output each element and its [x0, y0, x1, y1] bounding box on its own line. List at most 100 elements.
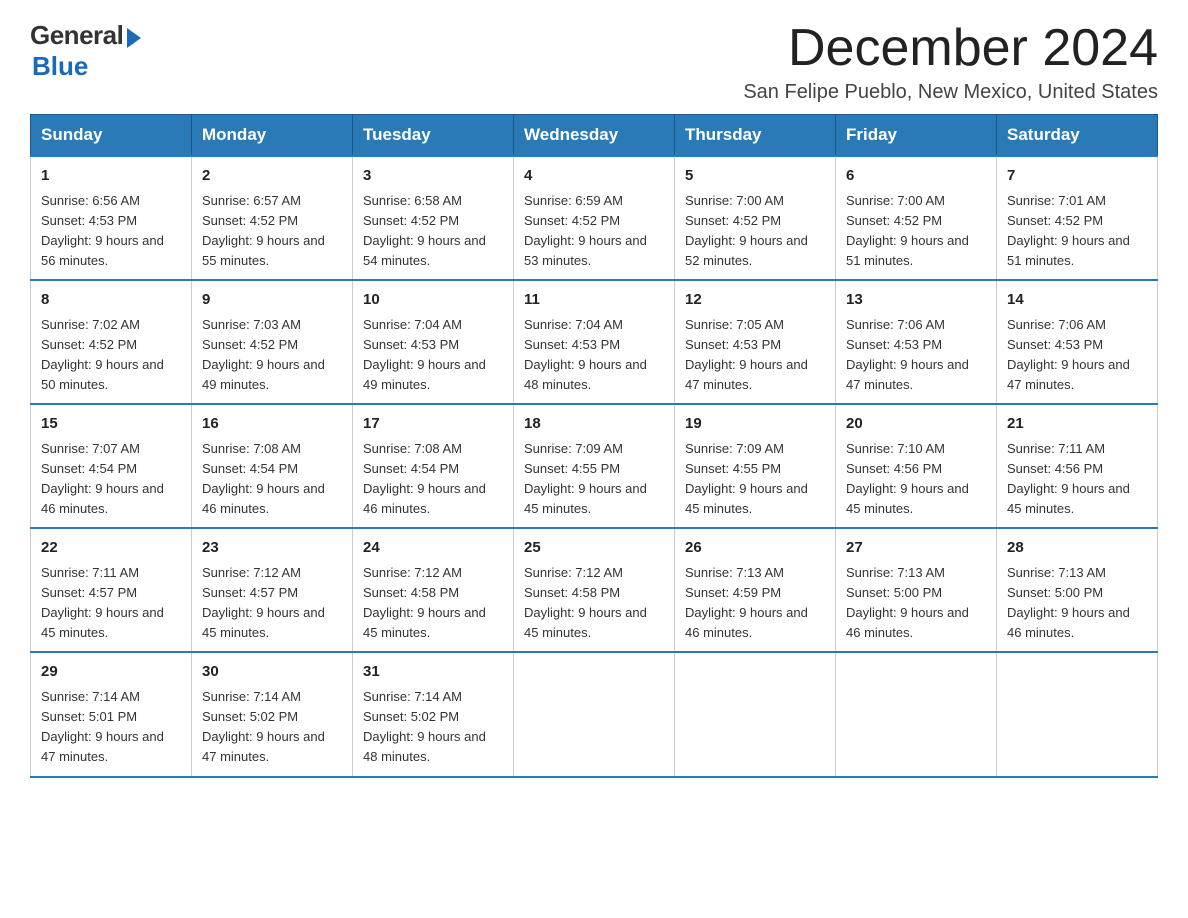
day-number: 30: [202, 661, 342, 684]
calendar-cell: 28 Sunrise: 7:13 AMSunset: 5:00 PMDaylig…: [997, 528, 1158, 652]
calendar-cell: 4 Sunrise: 6:59 AMSunset: 4:52 PMDayligh…: [514, 156, 675, 280]
calendar-cell: 25 Sunrise: 7:12 AMSunset: 4:58 PMDaylig…: [514, 528, 675, 652]
day-number: 16: [202, 413, 342, 436]
day-number: 28: [1007, 537, 1147, 560]
calendar-cell: 9 Sunrise: 7:03 AMSunset: 4:52 PMDayligh…: [192, 280, 353, 404]
day-info: Sunrise: 6:56 AMSunset: 4:53 PMDaylight:…: [41, 193, 164, 268]
day-number: 11: [524, 289, 664, 312]
location-title: San Felipe Pueblo, New Mexico, United St…: [743, 81, 1158, 104]
day-number: 29: [41, 661, 181, 684]
day-info: Sunrise: 7:07 AMSunset: 4:54 PMDaylight:…: [41, 441, 164, 516]
day-info: Sunrise: 7:00 AMSunset: 4:52 PMDaylight:…: [846, 193, 969, 268]
day-info: Sunrise: 7:13 AMSunset: 4:59 PMDaylight:…: [685, 565, 808, 640]
day-info: Sunrise: 7:14 AMSunset: 5:02 PMDaylight:…: [202, 689, 325, 764]
calendar-cell: 10 Sunrise: 7:04 AMSunset: 4:53 PMDaylig…: [353, 280, 514, 404]
calendar-cell: 11 Sunrise: 7:04 AMSunset: 4:53 PMDaylig…: [514, 280, 675, 404]
calendar-cell: 31 Sunrise: 7:14 AMSunset: 5:02 PMDaylig…: [353, 652, 514, 776]
day-info: Sunrise: 7:12 AMSunset: 4:58 PMDaylight:…: [524, 565, 647, 640]
calendar-cell: 15 Sunrise: 7:07 AMSunset: 4:54 PMDaylig…: [31, 404, 192, 528]
calendar-cell: 8 Sunrise: 7:02 AMSunset: 4:52 PMDayligh…: [31, 280, 192, 404]
calendar-cell: 7 Sunrise: 7:01 AMSunset: 4:52 PMDayligh…: [997, 156, 1158, 280]
header-tuesday: Tuesday: [353, 115, 514, 157]
page-header: General Blue December 2024 San Felipe Pu…: [30, 20, 1158, 104]
day-number: 10: [363, 289, 503, 312]
day-number: 23: [202, 537, 342, 560]
day-number: 24: [363, 537, 503, 560]
day-number: 17: [363, 413, 503, 436]
logo-general-text: General: [30, 20, 123, 51]
day-number: 2: [202, 165, 342, 188]
day-number: 25: [524, 537, 664, 560]
day-info: Sunrise: 6:58 AMSunset: 4:52 PMDaylight:…: [363, 193, 486, 268]
calendar-cell: [836, 652, 997, 776]
calendar-cell: 24 Sunrise: 7:12 AMSunset: 4:58 PMDaylig…: [353, 528, 514, 652]
day-info: Sunrise: 7:12 AMSunset: 4:57 PMDaylight:…: [202, 565, 325, 640]
day-number: 6: [846, 165, 986, 188]
calendar-cell: 5 Sunrise: 7:00 AMSunset: 4:52 PMDayligh…: [675, 156, 836, 280]
weekday-header-row: Sunday Monday Tuesday Wednesday Thursday…: [31, 115, 1158, 157]
day-info: Sunrise: 7:14 AMSunset: 5:01 PMDaylight:…: [41, 689, 164, 764]
calendar-cell: 29 Sunrise: 7:14 AMSunset: 5:01 PMDaylig…: [31, 652, 192, 776]
calendar-cell: 1 Sunrise: 6:56 AMSunset: 4:53 PMDayligh…: [31, 156, 192, 280]
calendar-cell: [997, 652, 1158, 776]
day-info: Sunrise: 7:13 AMSunset: 5:00 PMDaylight:…: [1007, 565, 1130, 640]
day-info: Sunrise: 7:09 AMSunset: 4:55 PMDaylight:…: [524, 441, 647, 516]
calendar-cell: [675, 652, 836, 776]
day-number: 5: [685, 165, 825, 188]
day-number: 20: [846, 413, 986, 436]
day-info: Sunrise: 7:01 AMSunset: 4:52 PMDaylight:…: [1007, 193, 1130, 268]
calendar-cell: 17 Sunrise: 7:08 AMSunset: 4:54 PMDaylig…: [353, 404, 514, 528]
calendar-cell: 22 Sunrise: 7:11 AMSunset: 4:57 PMDaylig…: [31, 528, 192, 652]
day-info: Sunrise: 7:11 AMSunset: 4:56 PMDaylight:…: [1007, 441, 1130, 516]
day-info: Sunrise: 7:09 AMSunset: 4:55 PMDaylight:…: [685, 441, 808, 516]
day-number: 18: [524, 413, 664, 436]
calendar-cell: 13 Sunrise: 7:06 AMSunset: 4:53 PMDaylig…: [836, 280, 997, 404]
calendar-week-row-5: 29 Sunrise: 7:14 AMSunset: 5:01 PMDaylig…: [31, 652, 1158, 776]
day-info: Sunrise: 7:04 AMSunset: 4:53 PMDaylight:…: [524, 317, 647, 392]
logo-blue-text: Blue: [32, 51, 88, 82]
day-info: Sunrise: 7:12 AMSunset: 4:58 PMDaylight:…: [363, 565, 486, 640]
calendar-cell: 20 Sunrise: 7:10 AMSunset: 4:56 PMDaylig…: [836, 404, 997, 528]
calendar-table: Sunday Monday Tuesday Wednesday Thursday…: [30, 114, 1158, 777]
day-number: 14: [1007, 289, 1147, 312]
day-number: 15: [41, 413, 181, 436]
calendar-week-row-4: 22 Sunrise: 7:11 AMSunset: 4:57 PMDaylig…: [31, 528, 1158, 652]
calendar-cell: 18 Sunrise: 7:09 AMSunset: 4:55 PMDaylig…: [514, 404, 675, 528]
calendar-cell: 16 Sunrise: 7:08 AMSunset: 4:54 PMDaylig…: [192, 404, 353, 528]
calendar-cell: 6 Sunrise: 7:00 AMSunset: 4:52 PMDayligh…: [836, 156, 997, 280]
day-number: 8: [41, 289, 181, 312]
day-number: 27: [846, 537, 986, 560]
day-info: Sunrise: 7:02 AMSunset: 4:52 PMDaylight:…: [41, 317, 164, 392]
day-number: 26: [685, 537, 825, 560]
calendar-week-row-2: 8 Sunrise: 7:02 AMSunset: 4:52 PMDayligh…: [31, 280, 1158, 404]
calendar-week-row-3: 15 Sunrise: 7:07 AMSunset: 4:54 PMDaylig…: [31, 404, 1158, 528]
calendar-cell: 30 Sunrise: 7:14 AMSunset: 5:02 PMDaylig…: [192, 652, 353, 776]
day-number: 9: [202, 289, 342, 312]
logo: General Blue: [30, 20, 141, 82]
day-info: Sunrise: 7:03 AMSunset: 4:52 PMDaylight:…: [202, 317, 325, 392]
day-number: 1: [41, 165, 181, 188]
day-info: Sunrise: 7:04 AMSunset: 4:53 PMDaylight:…: [363, 317, 486, 392]
calendar-cell: 21 Sunrise: 7:11 AMSunset: 4:56 PMDaylig…: [997, 404, 1158, 528]
calendar-cell: 26 Sunrise: 7:13 AMSunset: 4:59 PMDaylig…: [675, 528, 836, 652]
day-number: 4: [524, 165, 664, 188]
header-thursday: Thursday: [675, 115, 836, 157]
day-info: Sunrise: 6:57 AMSunset: 4:52 PMDaylight:…: [202, 193, 325, 268]
day-info: Sunrise: 6:59 AMSunset: 4:52 PMDaylight:…: [524, 193, 647, 268]
day-number: 13: [846, 289, 986, 312]
month-title: December 2024: [743, 20, 1158, 77]
calendar-cell: 3 Sunrise: 6:58 AMSunset: 4:52 PMDayligh…: [353, 156, 514, 280]
header-wednesday: Wednesday: [514, 115, 675, 157]
day-info: Sunrise: 7:08 AMSunset: 4:54 PMDaylight:…: [363, 441, 486, 516]
day-info: Sunrise: 7:06 AMSunset: 4:53 PMDaylight:…: [846, 317, 969, 392]
logo-arrow-icon: [127, 28, 141, 48]
day-info: Sunrise: 7:05 AMSunset: 4:53 PMDaylight:…: [685, 317, 808, 392]
calendar-cell: 2 Sunrise: 6:57 AMSunset: 4:52 PMDayligh…: [192, 156, 353, 280]
day-number: 22: [41, 537, 181, 560]
day-info: Sunrise: 7:08 AMSunset: 4:54 PMDaylight:…: [202, 441, 325, 516]
day-info: Sunrise: 7:10 AMSunset: 4:56 PMDaylight:…: [846, 441, 969, 516]
calendar-cell: 14 Sunrise: 7:06 AMSunset: 4:53 PMDaylig…: [997, 280, 1158, 404]
day-info: Sunrise: 7:06 AMSunset: 4:53 PMDaylight:…: [1007, 317, 1130, 392]
calendar-week-row-1: 1 Sunrise: 6:56 AMSunset: 4:53 PMDayligh…: [31, 156, 1158, 280]
day-number: 12: [685, 289, 825, 312]
